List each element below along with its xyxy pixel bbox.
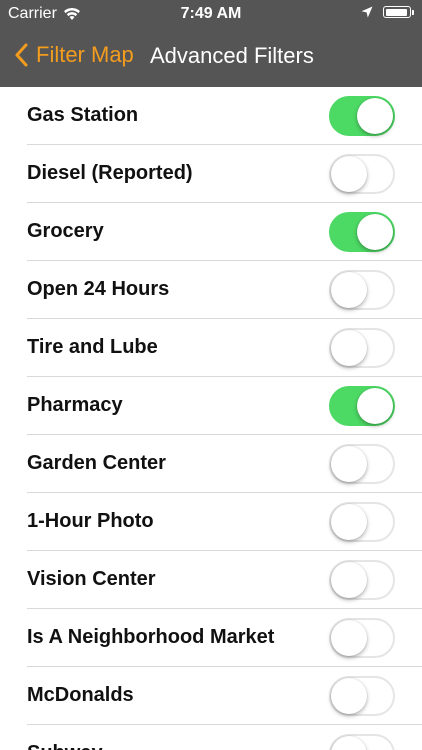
filter-label: 1-Hour Photo <box>27 510 154 532</box>
filter-toggle[interactable] <box>329 154 395 194</box>
header: Carrier 7:49 AM Filter Map Advanced Filt… <box>0 0 422 87</box>
chevron-left-icon <box>15 43 28 67</box>
status-bar: Carrier 7:49 AM <box>0 0 422 30</box>
filter-toggle[interactable] <box>329 676 395 716</box>
battery-tip <box>412 9 414 15</box>
filter-label: Open 24 Hours <box>27 278 170 300</box>
filter-label: Garden Center <box>27 452 166 474</box>
filter-toggle[interactable] <box>329 270 395 310</box>
screen: Carrier 7:49 AM Filter Map Advanced Filt… <box>0 0 422 750</box>
filter-toggle[interactable] <box>329 502 395 542</box>
toggle-knob <box>357 388 393 424</box>
toggle-knob <box>357 214 393 250</box>
filter-toggle[interactable] <box>329 618 395 658</box>
filter-label: Is A Neighborhood Market <box>27 626 275 648</box>
filter-list: Gas Station Diesel (Reported) Grocery Open … <box>0 87 422 750</box>
toggle-knob <box>331 678 367 714</box>
filter-toggle[interactable] <box>329 560 395 600</box>
filter-label: Tire and Lube <box>27 336 158 358</box>
back-button[interactable]: Filter Map <box>14 42 134 68</box>
toggle-knob <box>331 272 367 308</box>
filter-label: Vision Center <box>27 568 156 590</box>
battery-icon <box>383 6 411 18</box>
status-time: 7:49 AM <box>180 5 242 22</box>
filter-row: Grocery <box>0 203 422 261</box>
toggle-knob <box>331 562 367 598</box>
toggle-knob <box>331 156 367 192</box>
toggle-knob <box>331 736 367 750</box>
toggle-knob <box>331 446 367 482</box>
filter-row: Garden Center <box>0 435 422 493</box>
filter-label: Diesel (Reported) <box>27 162 193 184</box>
filter-row: McDonalds <box>0 667 422 725</box>
filter-toggle[interactable] <box>329 212 395 252</box>
toggle-knob <box>331 504 367 540</box>
location-arrow-icon <box>361 6 373 18</box>
filter-row: Subway <box>0 725 422 750</box>
filter-toggle[interactable] <box>329 96 395 136</box>
filter-toggle[interactable] <box>329 328 395 368</box>
filter-label: Pharmacy <box>27 394 123 416</box>
toggle-knob <box>331 620 367 656</box>
filter-row: 1-Hour Photo <box>0 493 422 551</box>
filter-row: Open 24 Hours <box>0 261 422 319</box>
filter-row: Vision Center <box>0 551 422 609</box>
filter-row: Is A Neighborhood Market <box>0 609 422 667</box>
page-title: Advanced Filters <box>150 43 314 68</box>
toggle-knob <box>331 330 367 366</box>
filter-row: Tire and Lube <box>0 319 422 377</box>
toggle-knob <box>357 98 393 134</box>
filter-row: Diesel (Reported) <box>0 145 422 203</box>
battery-fill <box>385 8 408 16</box>
filter-toggle[interactable] <box>329 386 395 426</box>
filter-label: Gas Station <box>27 104 139 126</box>
filter-toggle[interactable] <box>329 444 395 484</box>
filter-label: Grocery <box>27 220 104 242</box>
nav-bar: Filter Map Advanced Filters <box>0 30 422 87</box>
filter-label: McDonalds <box>27 684 134 706</box>
filter-toggle[interactable] <box>329 734 395 750</box>
filter-row: Gas Station <box>0 87 422 145</box>
filter-label: Subway <box>27 742 103 750</box>
back-button-label: Filter Map <box>36 42 134 67</box>
status-right <box>361 6 414 18</box>
filter-row: Pharmacy <box>0 377 422 435</box>
